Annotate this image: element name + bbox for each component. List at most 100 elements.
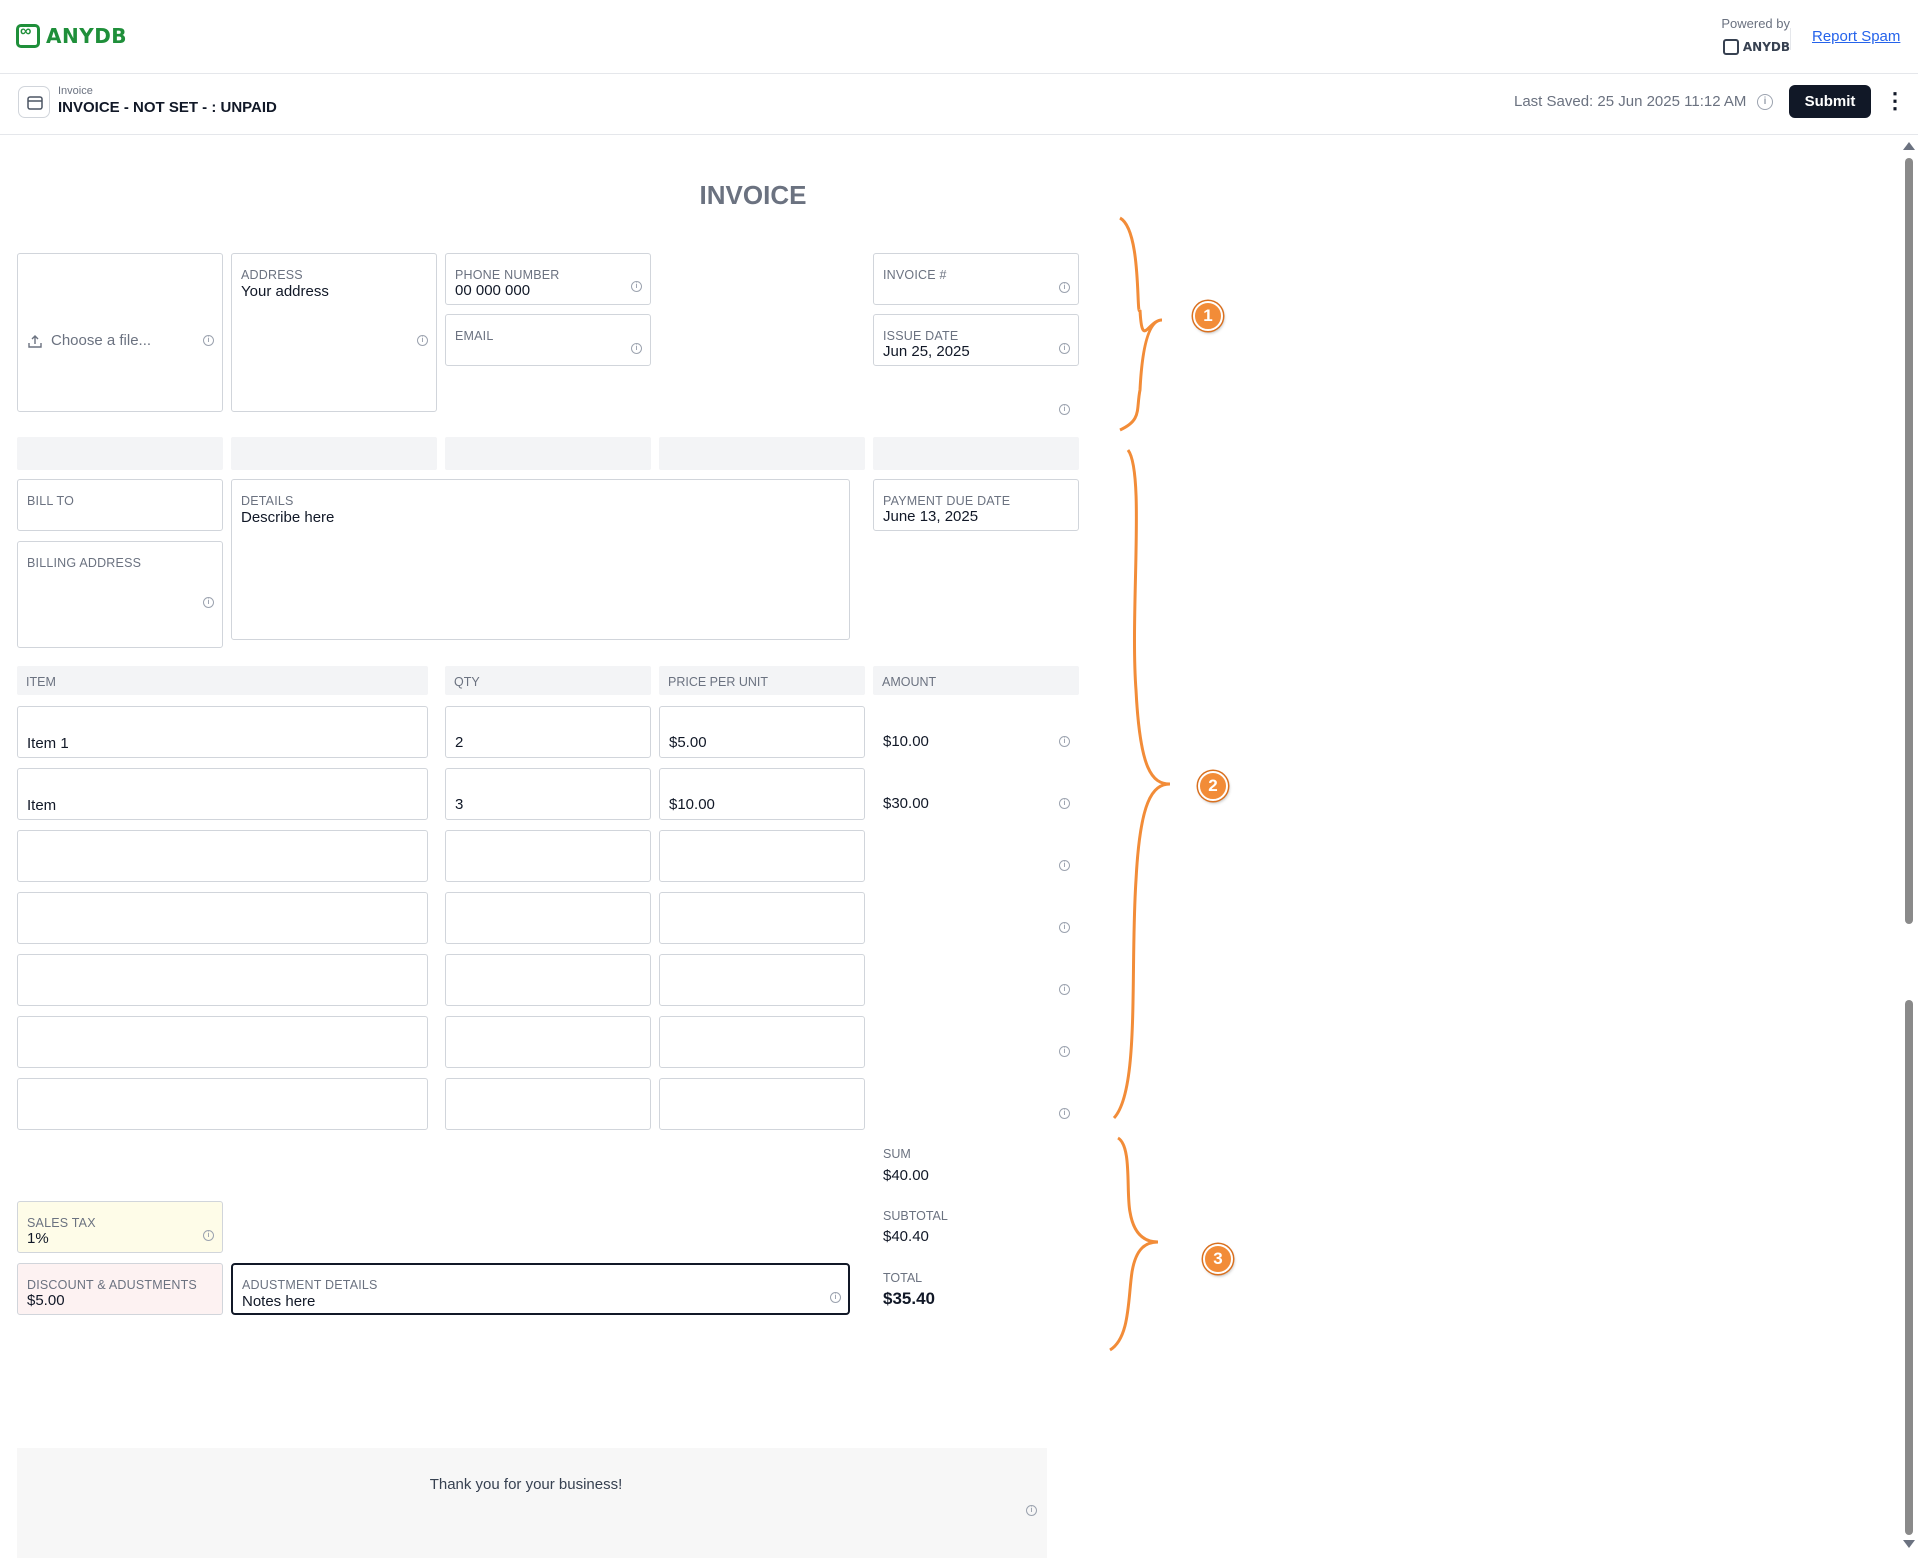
price-value: $10.00 xyxy=(669,796,715,813)
total-value: $35.40 xyxy=(883,1289,935,1308)
brace-3 xyxy=(1109,1136,1159,1352)
invoice-record-icon xyxy=(18,86,50,118)
details-field[interactable]: DETAILS Describe here xyxy=(231,479,850,640)
info-icon[interactable]: i xyxy=(203,1230,214,1241)
divider xyxy=(1790,28,1791,50)
address-label: ADDRESS xyxy=(241,268,303,282)
price-input[interactable] xyxy=(659,1078,865,1130)
item-input[interactable]: Item xyxy=(17,768,428,820)
annotation-badge: 3 xyxy=(1203,1244,1233,1274)
qty-input[interactable] xyxy=(445,830,651,882)
more-options-icon[interactable]: ⋮ xyxy=(1884,88,1906,116)
column-header-price: PRICE PER UNIT xyxy=(659,666,865,695)
payment-due-label: PAYMENT DUE DATE xyxy=(883,494,1011,508)
logo-upload[interactable]: Choose a file... i xyxy=(17,253,223,412)
discount-value: $5.00 xyxy=(27,1292,65,1309)
info-icon[interactable]: i xyxy=(1059,736,1070,747)
info-icon[interactable]: i xyxy=(830,1292,841,1303)
bill-to-label: BILL TO xyxy=(27,494,75,508)
phone-field[interactable]: PHONE NUMBER 00 000 000 i xyxy=(445,253,651,305)
scrollbar-thumb[interactable] xyxy=(1905,158,1913,924)
sales-tax-value: 1% xyxy=(27,1230,49,1247)
total-label: TOTAL xyxy=(883,1271,923,1285)
column-header-label: PRICE PER UNIT xyxy=(668,675,769,689)
column-header-label: AMOUNT xyxy=(882,675,937,689)
anydb-small-icon xyxy=(1722,39,1739,55)
scrollbar-thumb[interactable] xyxy=(1905,1000,1913,1535)
price-input[interactable]: $5.00 xyxy=(659,706,865,758)
qty-input[interactable]: 3 xyxy=(445,768,651,820)
info-icon[interactable]: i xyxy=(1059,984,1070,995)
issue-date-value: Jun 25, 2025 xyxy=(883,343,970,360)
item-input[interactable] xyxy=(17,954,428,1006)
item-input[interactable] xyxy=(17,892,428,944)
info-icon[interactable]: i xyxy=(203,335,214,346)
info-icon[interactable]: i xyxy=(203,597,214,608)
payment-due-field[interactable]: PAYMENT DUE DATE June 13, 2025 xyxy=(873,479,1079,531)
info-icon[interactable]: i xyxy=(1059,1108,1070,1119)
info-icon[interactable]: i xyxy=(1059,798,1070,809)
adjustment-details-value: Notes here xyxy=(242,1293,316,1310)
billing-address-field[interactable]: BILLING ADDRESS i xyxy=(17,541,223,648)
spacer-cell xyxy=(445,437,651,470)
qty-input[interactable] xyxy=(445,1078,651,1130)
anydb-logo-icon xyxy=(16,23,40,48)
footer-note-box[interactable]: i xyxy=(17,1448,1047,1558)
qty-input[interactable] xyxy=(445,954,651,1006)
submit-button[interactable]: Submit xyxy=(1789,85,1871,118)
sum-label: SUM xyxy=(883,1147,911,1161)
brace-1 xyxy=(1119,216,1163,432)
subtotal-label: SUBTOTAL xyxy=(883,1209,948,1223)
powered-by-brand-text: ANYDB xyxy=(1742,40,1790,54)
qty-input[interactable]: 2 xyxy=(445,706,651,758)
subtotal-value: $40.40 xyxy=(883,1228,929,1245)
info-icon[interactable]: i xyxy=(1059,343,1070,354)
scroll-down-icon[interactable] xyxy=(1903,1540,1915,1548)
report-spam-link[interactable]: Report Spam xyxy=(1812,28,1900,45)
email-label: EMAIL xyxy=(455,329,494,343)
top-bar xyxy=(0,0,1918,74)
price-input[interactable] xyxy=(659,892,865,944)
item-input[interactable] xyxy=(17,830,428,882)
address-field[interactable]: ADDRESS Your address i xyxy=(231,253,437,412)
price-input[interactable]: $10.00 xyxy=(659,768,865,820)
info-icon[interactable]: i xyxy=(417,335,428,346)
info-icon[interactable]: i xyxy=(1059,922,1070,933)
email-field[interactable]: EMAIL i xyxy=(445,314,651,366)
discount-field[interactable]: DISCOUNT & ADUSTMENTS $5.00 xyxy=(17,1263,223,1315)
price-input[interactable] xyxy=(659,830,865,882)
item-input[interactable]: Item 1 xyxy=(17,706,428,758)
powered-by-brand[interactable]: ANYDB xyxy=(1721,39,1790,55)
adjustment-details-field[interactable]: ADUSTMENT DETAILS Notes here i xyxy=(231,1263,850,1315)
invoice-number-field[interactable]: INVOICE # i xyxy=(873,253,1079,305)
column-header-qty: QTY xyxy=(445,666,651,695)
info-icon[interactable]: i xyxy=(1026,1505,1037,1516)
price-input[interactable] xyxy=(659,954,865,1006)
qty-input[interactable] xyxy=(445,1016,651,1068)
info-icon[interactable]: i xyxy=(1059,404,1070,415)
issue-date-field[interactable]: ISSUE DATE Jun 25, 2025 i xyxy=(873,314,1079,366)
details-label: DETAILS xyxy=(241,494,294,508)
sales-tax-label: SALES TAX xyxy=(27,1216,96,1230)
info-icon[interactable]: i xyxy=(1757,94,1773,110)
logo-text: ANYDB xyxy=(46,24,128,48)
info-icon[interactable]: i xyxy=(1059,282,1070,293)
qty-input[interactable] xyxy=(445,892,651,944)
powered-by: Powered by ANYDB xyxy=(1721,16,1790,55)
info-icon[interactable]: i xyxy=(631,343,642,354)
scroll-up-icon[interactable] xyxy=(1903,142,1915,150)
column-header-label: QTY xyxy=(454,675,480,689)
info-icon[interactable]: i xyxy=(631,281,642,292)
item-input[interactable] xyxy=(17,1078,428,1130)
annotation-braces xyxy=(1109,216,1171,1352)
invoice-heading: INVOICE xyxy=(699,180,807,210)
adjustment-details-label: ADUSTMENT DETAILS xyxy=(242,1278,378,1292)
details-value: Describe here xyxy=(241,509,335,526)
sales-tax-field[interactable]: SALES TAX 1% i xyxy=(17,1201,223,1253)
info-icon[interactable]: i xyxy=(1059,860,1070,871)
info-icon[interactable]: i xyxy=(1059,1046,1070,1057)
bill-to-field[interactable]: BILL TO xyxy=(17,479,223,531)
price-input[interactable] xyxy=(659,1016,865,1068)
anydb-logo[interactable]: ANYDB xyxy=(16,23,128,48)
item-input[interactable] xyxy=(17,1016,428,1068)
